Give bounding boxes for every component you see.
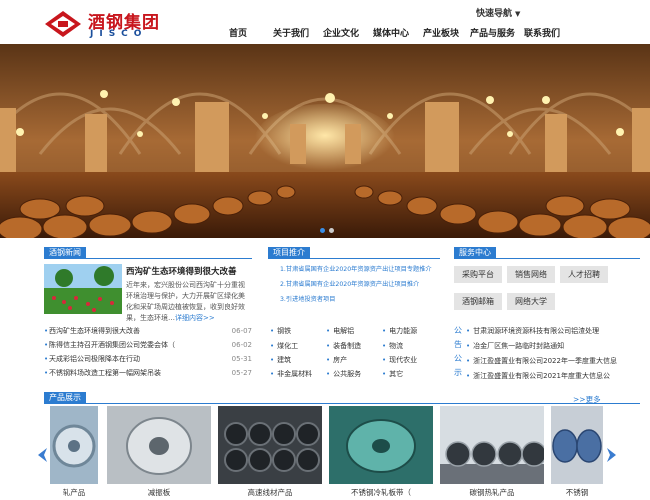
project-link[interactable]: 2.甘肃省属国有企业2020年资源资产出让项目推介 (280, 277, 440, 292)
projects-list: 1.甘肃省属国有企业2020年资源资产出让项目专题推介 2.甘肃省属国有企业20… (280, 262, 440, 307)
quick-nav-label: 快速导航 (476, 9, 513, 19)
notice-label: 公告公示 (454, 326, 462, 377)
news-featured-more-link[interactable]: 详细内容>> (175, 314, 215, 322)
nav-item-media[interactable]: 媒体中心 (373, 26, 409, 39)
industry-link[interactable]: • 物流 (382, 341, 403, 351)
industry-link[interactable]: • 现代农业 (382, 355, 417, 365)
notice-list: • 甘肃润源环境资源科技有限公司铝渣处理 • 冶金厂区焦一路临时封路通知 • 浙江盈盛… (466, 324, 640, 384)
industry-link[interactable]: • 钢铁 (270, 326, 291, 336)
landscape-thumbnail-icon (44, 264, 122, 314)
main-nav: 首页 关于我们 企业文化 媒体中心 产业板块 产品与服务 联系我们 (0, 26, 650, 40)
projects-divider (268, 258, 440, 259)
quick-nav-dropdown[interactable]: 快速导航 ▼ (476, 6, 520, 19)
industry-link[interactable]: • 其它 (382, 369, 403, 379)
nav-item-about[interactable]: 关于我们 (273, 26, 309, 39)
banner-pagination (318, 226, 336, 235)
news-featured-image[interactable] (44, 264, 122, 314)
industry-link[interactable]: • 建筑 (270, 355, 291, 365)
site-header: 酒钢集团 JISCO 快速导航 ▼ 首页 关于我们 企业文化 媒体中心 产业板块 … (0, 0, 650, 44)
news-featured-title[interactable]: 西沟矿生态环境得到很大改善 (126, 265, 237, 277)
product-image (50, 406, 98, 484)
notice-item[interactable]: • 浙江盈盛置业有限公司2022年一季度重大信息 (466, 354, 640, 369)
industry-link[interactable]: • 煤化工 (270, 341, 298, 351)
product-card[interactable]: 高速线材产品 (218, 406, 322, 500)
nav-item-industry[interactable]: 产业板块 (423, 26, 459, 39)
product-caption: 高速线材产品 (247, 488, 293, 497)
product-caption: 不锈钢冷轧板带（ (351, 488, 411, 497)
news-divider (44, 258, 252, 259)
service-button-recruit[interactable]: 人才招聘 (560, 266, 608, 283)
service-button-mail[interactable]: 酒钢邮箱 (454, 293, 502, 310)
industry-link[interactable]: • 非金属材料 (270, 369, 312, 379)
product-caption: 不锈钢 (565, 488, 589, 497)
product-image (551, 406, 603, 484)
product-card[interactable]: 轧产品 (50, 406, 98, 500)
product-caption: 轧产品 (62, 488, 86, 497)
industry-link[interactable]: • 房产 (326, 355, 347, 365)
services-divider (454, 258, 640, 259)
industry-link[interactable]: • 电力能源 (382, 326, 417, 336)
notice-item[interactable]: • 甘肃润源环境资源科技有限公司铝渣处理 (466, 324, 640, 339)
project-link[interactable]: 1.甘肃省属国有企业2020年资源资产出让项目专题推介 (280, 262, 440, 277)
hero-banner-image[interactable] (0, 44, 650, 238)
project-link[interactable]: 3.引进地投资者项目 (280, 292, 440, 307)
carousel-prev-icon[interactable] (36, 448, 48, 462)
product-caption: 碳钢热轧产品 (469, 488, 515, 497)
product-image (440, 406, 544, 484)
products-more-link[interactable]: >>更多 (573, 394, 601, 405)
news-list-item[interactable]: •天成彩铝公司极限降本在行动 05-31 (44, 352, 252, 366)
product-caption: 减振板 (147, 488, 171, 497)
products-divider (44, 403, 640, 404)
banner-dot-2[interactable] (329, 228, 334, 233)
notice-item[interactable]: • 浙江盈盛置业有限公司2021年度重大信息公 (466, 369, 640, 384)
nav-item-culture[interactable]: 企业文化 (323, 26, 359, 39)
news-list-item[interactable]: •不锈钢料场改造工程第一幅网架吊装 05-27 (44, 366, 252, 380)
banner-dot-1[interactable] (320, 228, 325, 233)
carousel-next-icon[interactable] (606, 448, 618, 462)
service-button-procurement[interactable]: 采购平台 (454, 266, 502, 283)
news-featured-summary: 近年来，宏兴股份公司西沟矿十分重视环境治理与保护，大力开展矿区绿化美化和采矿场周… (126, 280, 251, 324)
news-list-item[interactable]: •西沟矿生态环境得到很大改善 06-07 (44, 324, 252, 338)
service-button-sales[interactable]: 销售网络 (507, 266, 555, 283)
product-image (218, 406, 322, 484)
product-image (329, 406, 433, 484)
chevron-down-icon: ▼ (515, 10, 521, 18)
industry-link[interactable]: • 装备制造 (326, 341, 361, 351)
product-card[interactable]: 碳钢热轧产品 (440, 406, 544, 500)
news-list-item[interactable]: •陈得信主持召开酒钢集团公司党委会体（ 06-02 (44, 338, 252, 352)
notice-item[interactable]: • 冶金厂区焦一路临时封路通知 (466, 339, 640, 354)
industry-link[interactable]: • 公共服务 (326, 369, 361, 379)
wine-cellar-illustration (0, 44, 650, 238)
product-card[interactable]: 不锈钢冷轧板带（ (329, 406, 433, 500)
nav-item-contact[interactable]: 联系我们 (524, 26, 560, 39)
product-card[interactable]: 不锈钢 (551, 406, 603, 500)
service-button-university[interactable]: 网络大学 (507, 293, 555, 310)
industry-link[interactable]: • 电解铝 (326, 326, 354, 336)
product-card[interactable]: 减振板 (107, 406, 211, 500)
nav-item-home[interactable]: 首页 (229, 26, 247, 39)
nav-item-products-services[interactable]: 产品与服务 (470, 26, 515, 39)
news-list: •西沟矿生态环境得到很大改善 06-07 •陈得信主持召开酒钢集团公司党委会体（ 0… (44, 324, 252, 380)
product-image (107, 406, 211, 484)
